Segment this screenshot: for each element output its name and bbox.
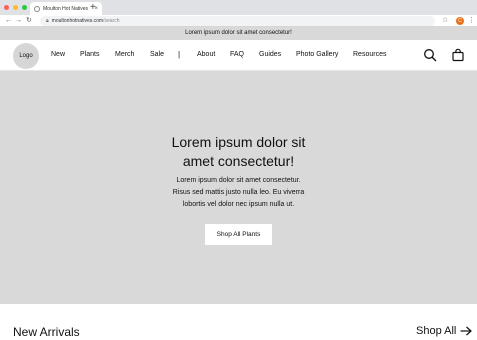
back-icon[interactable]: ← — [5, 16, 12, 26]
site-header: Logo New Plants Merch Sale | About FAQ G… — [0, 40, 477, 71]
nav-separator: | — [178, 50, 181, 59]
nav-item-sale[interactable]: Sale — [150, 51, 164, 58]
search-icon[interactable] — [423, 48, 437, 62]
profile-avatar[interactable]: C — [456, 17, 464, 25]
favicon-icon — [34, 5, 40, 12]
browser-menu-icon[interactable]: ⋮ — [468, 16, 475, 26]
hero-description: Lorem ipsum dolor sit amet consectetur. … — [153, 175, 324, 211]
reload-icon[interactable]: ↻ — [26, 16, 32, 26]
hero-title: Lorem ipsum dolor sit amet consectetur! — [0, 133, 477, 171]
maximize-window-button[interactable] — [22, 5, 27, 10]
url-host: moultonhotnatives.com — [51, 18, 104, 24]
new-tab-button[interactable]: + — [90, 1, 96, 14]
shop-all-plants-button[interactable]: Shop All Plants — [205, 224, 272, 245]
shop-all-label: Shop All — [416, 325, 457, 337]
minimize-window-button[interactable] — [13, 5, 18, 10]
announcement-bar: Lorem ipsum dolor sit amet consectetur! — [0, 27, 477, 40]
hero-title-line: amet consectetur! — [182, 153, 295, 169]
hero-description-line: lobortis vel dolor nec ipsum nulla ut. — [182, 201, 295, 208]
window-controls — [4, 5, 27, 10]
address-bar[interactable]: 🔒︎ moultonhotnatives.com/search — [40, 16, 435, 26]
site-logo[interactable]: Logo — [13, 43, 39, 69]
nav-item-plants[interactable]: Plants — [80, 51, 99, 58]
hero-title-line: Lorem ipsum dolor sit — [171, 134, 306, 150]
tab-title: Moulton Hot Natives — [43, 5, 89, 12]
hero-description-line: Risus sed mattis justo nulla leo. Eu viv… — [172, 189, 305, 196]
nav-item-merch[interactable]: Merch — [115, 51, 134, 58]
browser-tab-bar: Moulton Hot Natives × + — [0, 0, 477, 15]
nav-item-about[interactable]: About — [197, 51, 215, 58]
nav-item-resources[interactable]: Resources — [353, 51, 386, 58]
nav-item-new[interactable]: New — [51, 51, 65, 58]
nav-item-faq[interactable]: FAQ — [230, 51, 244, 58]
forward-icon[interactable]: → — [15, 16, 22, 26]
new-arrivals-title: New Arrivals — [13, 325, 80, 339]
lock-icon: 🔒︎ — [46, 18, 49, 24]
hero-banner: Lorem ipsum dolor sit amet consectetur! … — [0, 71, 477, 304]
nav-item-photo-gallery[interactable]: Photo Gallery — [296, 51, 338, 58]
arrow-right-icon — [460, 326, 473, 336]
hero-description-line: Lorem ipsum dolor sit amet consectetur. — [176, 177, 301, 184]
shopping-bag-icon[interactable] — [451, 48, 465, 62]
close-window-button[interactable] — [4, 5, 9, 10]
nav-item-guides[interactable]: Guides — [259, 51, 281, 58]
bookmark-star-icon[interactable]: ☆ — [442, 16, 448, 26]
url-path: /search — [103, 18, 120, 24]
shop-all-link[interactable]: Shop All — [416, 325, 473, 337]
browser-toolbar: ← → ↻ 🔒︎ moultonhotnatives.com/search ☆ … — [0, 15, 477, 27]
